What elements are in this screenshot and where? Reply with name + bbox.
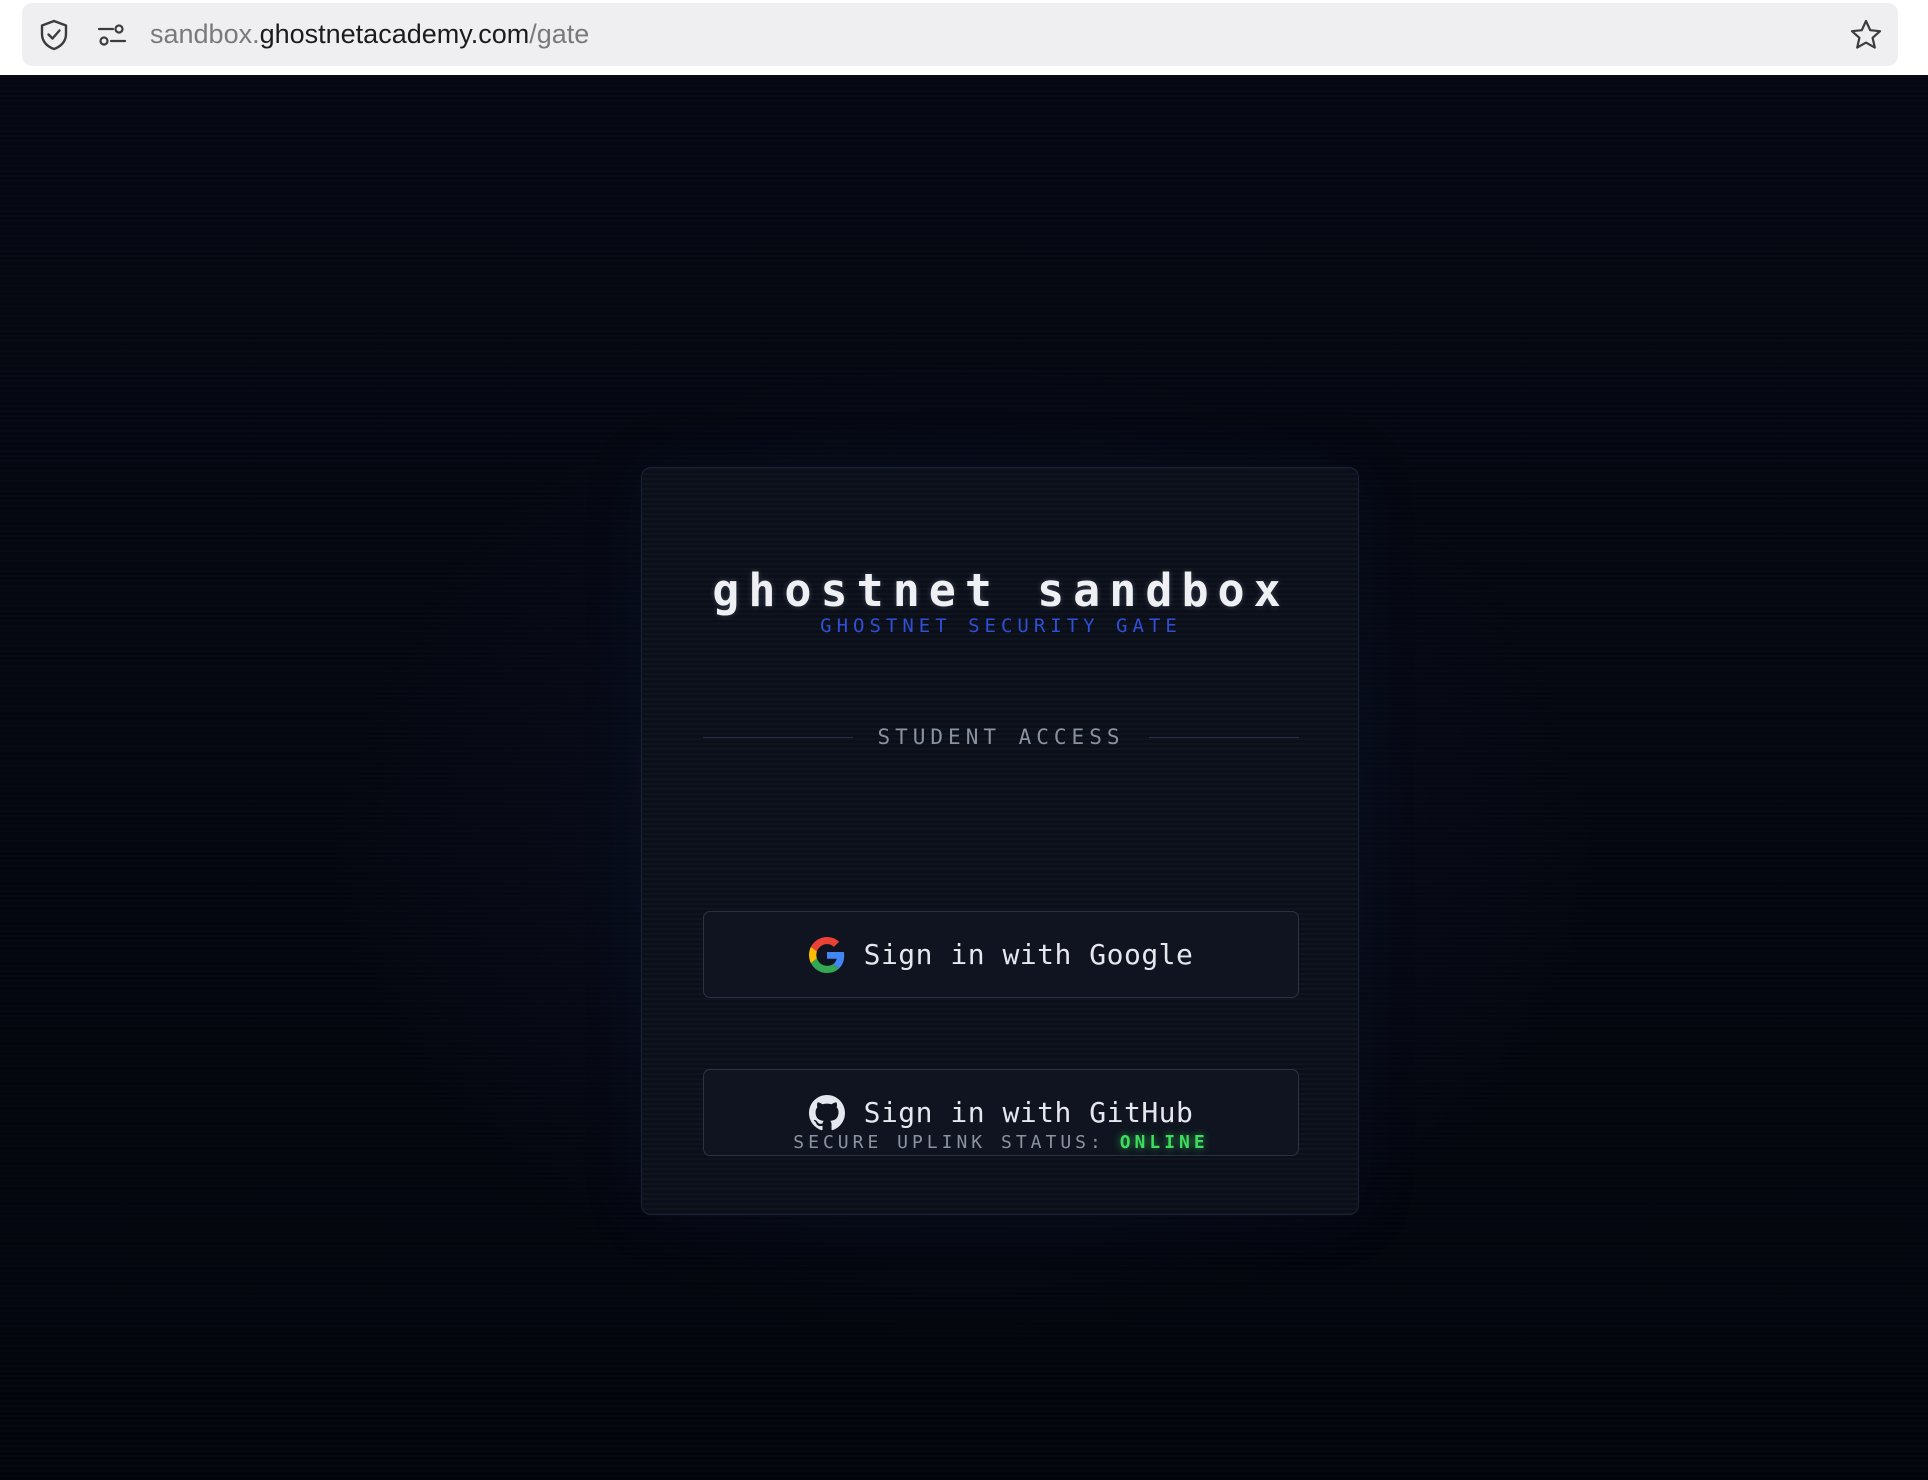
google-button-label: Sign in with Google <box>863 938 1194 971</box>
github-button-label: Sign in with GitHub <box>863 1096 1194 1129</box>
url-path: /gate <box>529 19 590 49</box>
page-subtitle: GHOSTNET SECURITY GATE <box>820 615 1182 637</box>
status-label: SECURE UPLINK STATUS: <box>793 1132 1105 1153</box>
browser-toolbar: sandbox.ghostnetacademy.com/gate <box>0 0 1928 75</box>
google-icon <box>808 936 845 973</box>
login-card: ghostnet sandbox GHOSTNET SECURITY GATE … <box>641 467 1359 1215</box>
page-background: ghostnet sandbox GHOSTNET SECURITY GATE … <box>0 75 1928 1480</box>
star-icon[interactable] <box>1848 3 1884 66</box>
divider-line-right <box>1149 737 1299 738</box>
uplink-status: SECURE UPLINK STATUS: ONLINE <box>642 1132 1360 1153</box>
url-text[interactable]: sandbox.ghostnetacademy.com/gate <box>150 3 589 66</box>
shield-icon[interactable] <box>36 3 72 66</box>
tune-icon[interactable] <box>94 3 130 66</box>
github-icon <box>808 1094 845 1131</box>
section-divider: STUDENT ACCESS <box>703 722 1299 752</box>
url-domain: ghostnetacademy.com <box>259 19 530 49</box>
address-bar[interactable]: sandbox.ghostnetacademy.com/gate <box>22 3 1898 66</box>
page-title: ghostnet sandbox <box>712 564 1290 617</box>
google-signin-button[interactable]: Sign in with Google <box>703 911 1299 998</box>
status-badge: ONLINE <box>1119 1132 1209 1153</box>
url-prefix: sandbox. <box>150 19 260 49</box>
